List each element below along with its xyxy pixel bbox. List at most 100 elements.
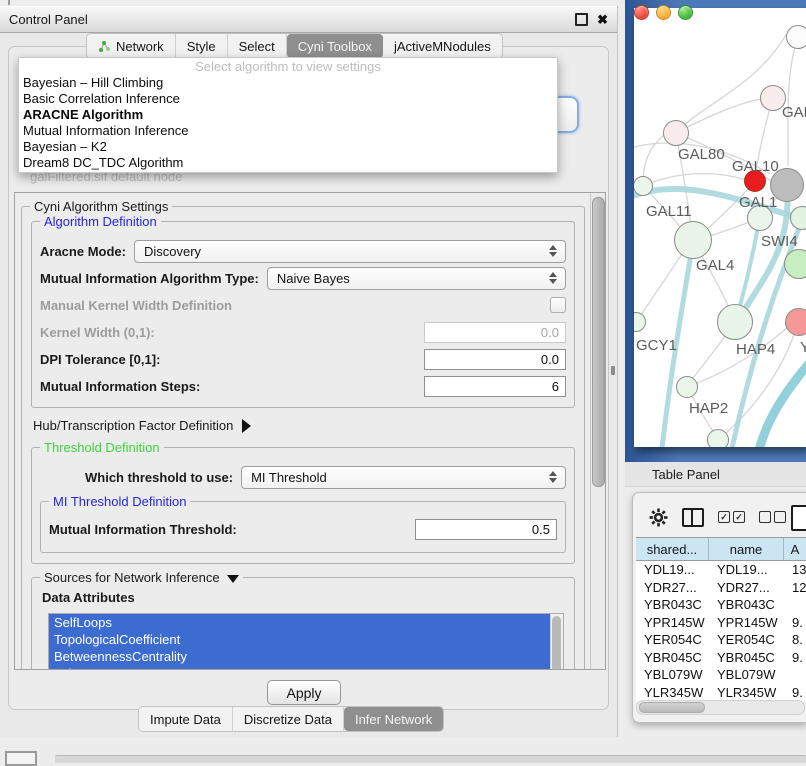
column-header[interactable]: A [784, 538, 806, 560]
data-attribute-item[interactable]: BetweennessCentrality [49, 648, 551, 665]
table-cell: 12 [784, 580, 806, 595]
table-row[interactable]: YBR045CYBR045C9. [636, 649, 806, 667]
table-row[interactable]: YBR043CYBR043C [636, 596, 806, 614]
tab-cyni-toolbox[interactable]: Cyni Toolbox [287, 34, 383, 58]
data-attribute-item[interactable]: SelfLoops [49, 614, 551, 631]
network-canvas[interactable]: GALGAL80GAL10GAL11GAL1GAL4SWI4GCY1HAP4YH… [634, 8, 806, 447]
close-icon[interactable]: ✖ [597, 15, 608, 24]
gear-icon[interactable] [649, 508, 668, 527]
export-table-icon[interactable] [791, 505, 806, 531]
column-header[interactable]: shared... [636, 538, 709, 560]
table-cell: YBR043C [636, 597, 709, 612]
mi-threshold-label: Mutual Information Threshold: [49, 522, 237, 537]
hub-definition-expander[interactable]: Hub/Transcription Factor Definition [33, 418, 575, 433]
table-cell: 9. [784, 650, 806, 665]
algorithm-option[interactable]: ARACNE Algorithm [19, 107, 557, 123]
settings-scroll-area: Cyni Algorithm Settings Algorithm Defini… [14, 192, 606, 670]
tab-jactivemnodules[interactable]: jActiveMNodules [383, 34, 502, 58]
mi-type-value: Naive Bayes [277, 271, 350, 286]
table-row[interactable]: YDR27...YDR27...12 [636, 579, 806, 597]
table-cell: YDR27... [709, 580, 784, 595]
cyni-settings-title: Cyni Algorithm Settings [30, 199, 172, 214]
table-row[interactable]: YPR145WYPR145W9. [636, 614, 806, 632]
control-panel-tabs: NetworkStyleSelect Cyni Toolbox jActiveMNo… [86, 33, 503, 59]
tab-label: Discretize Data [244, 712, 332, 727]
table-row[interactable]: YBL079WYBL079W [636, 666, 806, 684]
network-view-window: GALGAL80GAL10GAL11GAL1GAL4SWI4GCY1HAP4YH… [625, 0, 806, 462]
network-node[interactable] [634, 176, 653, 196]
data-attribute-item[interactable]: gal4RGexp [49, 665, 551, 670]
algorithm-option[interactable]: Mutual Information Inference [19, 123, 557, 139]
table-row[interactable]: YLR345WYLR345W9. [636, 684, 806, 702]
zoom-window-icon[interactable] [678, 5, 693, 20]
algorithm-dropdown-list: Bayesian – Hill ClimbingBasic Correlatio… [19, 75, 557, 171]
hub-definition-label: Hub/Transcription Factor Definition [33, 418, 233, 433]
cyni-mode-tabs: Impute Data Discretize Data Infer Network [138, 706, 444, 732]
apply-button[interactable]: Apply [267, 680, 341, 705]
node-label: SWI4 [761, 233, 798, 250]
aracne-mode-select[interactable]: Discovery [134, 240, 566, 263]
tab-style[interactable]: Style [176, 34, 228, 58]
table-horizontal-scrollbar[interactable] [636, 700, 805, 715]
data-attributes-label: Data Attributes [42, 590, 566, 605]
tab-label: Cyni Toolbox [298, 39, 372, 54]
column-header[interactable]: name [709, 538, 784, 560]
select-all-checks-icon[interactable]: ✓✓ [718, 511, 745, 523]
tab-select[interactable]: Select [228, 34, 287, 58]
algorithm-definition-group: Algorithm Definition Aracne Mode: Discov… [31, 221, 575, 408]
data-attribute-item[interactable]: TopologicalCoefficient [49, 631, 551, 648]
network-node[interactable] [674, 221, 712, 259]
network-node[interactable] [707, 429, 729, 447]
node-label: GAL4 [696, 257, 734, 274]
table-cell: YDL19... [709, 562, 784, 577]
network-node[interactable] [717, 304, 753, 340]
tab-discretize-data[interactable]: Discretize Data [233, 707, 344, 731]
algorithm-option[interactable]: Basic Correlation Inference [19, 91, 557, 107]
float-window-icon[interactable] [575, 13, 588, 26]
algorithm-definition-title: Algorithm Definition [40, 214, 161, 229]
expand-arrow-icon [242, 419, 251, 433]
table-cell: YDL19... [636, 562, 709, 577]
table-cell: YBR043C [709, 597, 784, 612]
node-label: GAL10 [732, 158, 779, 175]
network-node[interactable] [784, 249, 806, 279]
mi-steps-label: Mutual Information Steps: [40, 379, 200, 394]
table-header-row: shared...nameA [636, 537, 806, 561]
tab-impute-data[interactable]: Impute Data [139, 707, 233, 731]
dpi-tolerance-field[interactable]: 0.0 [424, 349, 566, 370]
tab-infer-network[interactable]: Infer Network [344, 707, 443, 731]
network-node[interactable] [785, 308, 806, 336]
algorithm-option[interactable]: Bayesian – K2 [19, 139, 557, 155]
kernel-width-label: Kernel Width (0,1): [40, 325, 155, 340]
panel-splitter-handle[interactable] [611, 366, 615, 375]
focused-combo-fragment[interactable] [558, 96, 579, 133]
deselect-all-checks-icon[interactable] [759, 511, 786, 523]
network-node[interactable] [676, 376, 698, 398]
table-row[interactable]: YDL19...YDL19...13 [636, 561, 806, 579]
close-window-icon[interactable] [634, 5, 649, 20]
panel-title: Control Panel [9, 12, 88, 27]
algorithm-option[interactable]: Bayesian – Hill Climbing [19, 75, 557, 91]
mi-type-select[interactable]: Naive Bayes [267, 267, 566, 290]
mi-threshold-group: MI Threshold Definition Mutual Informati… [40, 501, 566, 553]
table-cell: YBL079W [709, 667, 784, 682]
which-threshold-select[interactable]: MI Threshold [241, 466, 566, 489]
minimize-window-icon[interactable] [656, 5, 671, 20]
data-attributes-list[interactable]: SelfLoopsTopologicalCoefficientBetweenne… [48, 613, 564, 670]
mi-steps-field[interactable]: 6 [424, 376, 566, 397]
sources-title[interactable]: Sources for Network Inference [40, 570, 243, 585]
network-node[interactable] [786, 25, 806, 49]
tab-network[interactable]: Network [87, 34, 176, 58]
kernel-width-field: 0.0 [424, 322, 566, 343]
bottom-dock-icon[interactable] [5, 751, 37, 766]
columns-icon[interactable] [682, 508, 704, 527]
list-vertical-scrollbar[interactable] [550, 614, 563, 670]
settings-vertical-scrollbar[interactable] [590, 193, 605, 669]
table-row[interactable]: YER054CYER054C8. [636, 631, 806, 649]
node-label: HAP4 [736, 341, 775, 358]
network-node[interactable] [663, 120, 689, 146]
mi-threshold-field[interactable]: 0.5 [415, 519, 557, 540]
manual-kernel-checkbox[interactable] [550, 297, 566, 313]
table-cell: YER054C [636, 632, 709, 647]
algorithm-option[interactable]: Dream8 DC_TDC Algorithm [19, 155, 557, 171]
